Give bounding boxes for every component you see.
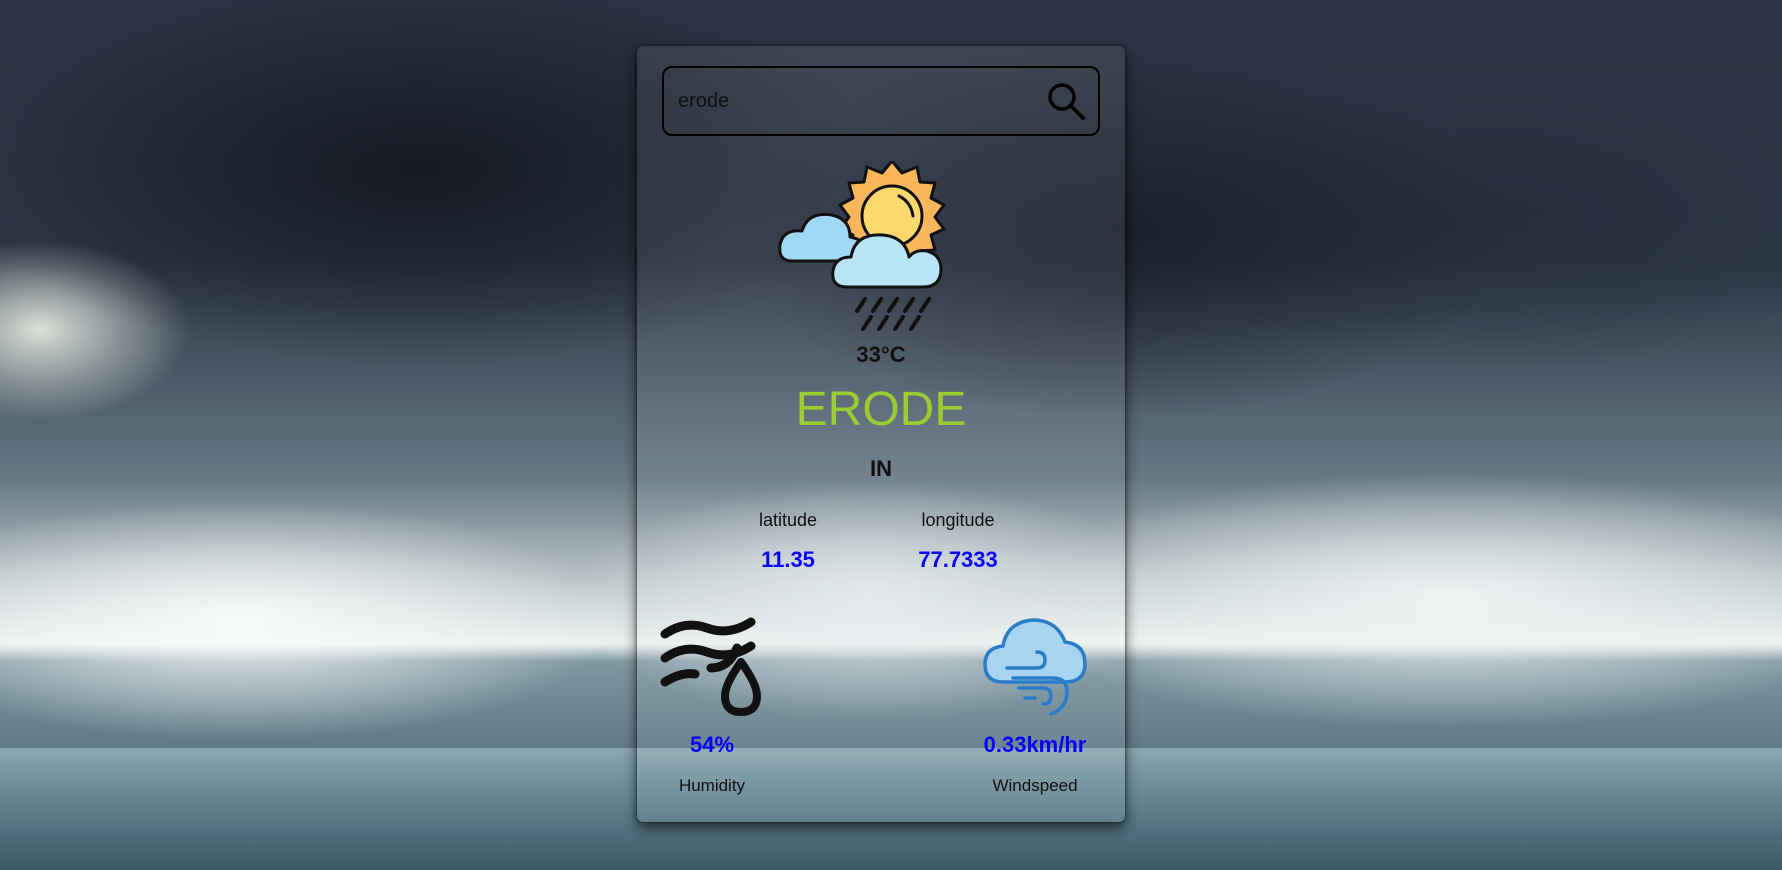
country-code: IN — [870, 456, 892, 481]
search-input[interactable] — [664, 67, 1044, 135]
longitude-label: longitude — [921, 510, 995, 530]
latitude-block: latitude 11.35 — [708, 510, 868, 573]
wind-cloud-icon — [983, 618, 1087, 716]
temperature: 33°C — [856, 342, 906, 367]
search-bar — [662, 66, 1100, 136]
longitude-block: longitude 77.7333 — [878, 510, 1038, 573]
windspeed-value: 0.33km/hr — [983, 732, 1087, 757]
sun-cloud-rain-icon — [778, 161, 946, 331]
weather-card: 33°C ERODE IN latitude 11.35 longitude 7… — [637, 46, 1125, 822]
humidity-icon — [660, 617, 761, 716]
city-name: ERODE — [795, 383, 967, 436]
search-icon[interactable] — [1044, 79, 1088, 123]
humidity-value: 54% — [689, 732, 735, 757]
humidity-label: Humidity — [678, 776, 746, 795]
windspeed-label: Windspeed — [992, 776, 1078, 795]
longitude-value: 77.7333 — [918, 547, 998, 572]
latitude-value: 11.35 — [761, 547, 815, 572]
latitude-label: latitude — [758, 510, 818, 530]
